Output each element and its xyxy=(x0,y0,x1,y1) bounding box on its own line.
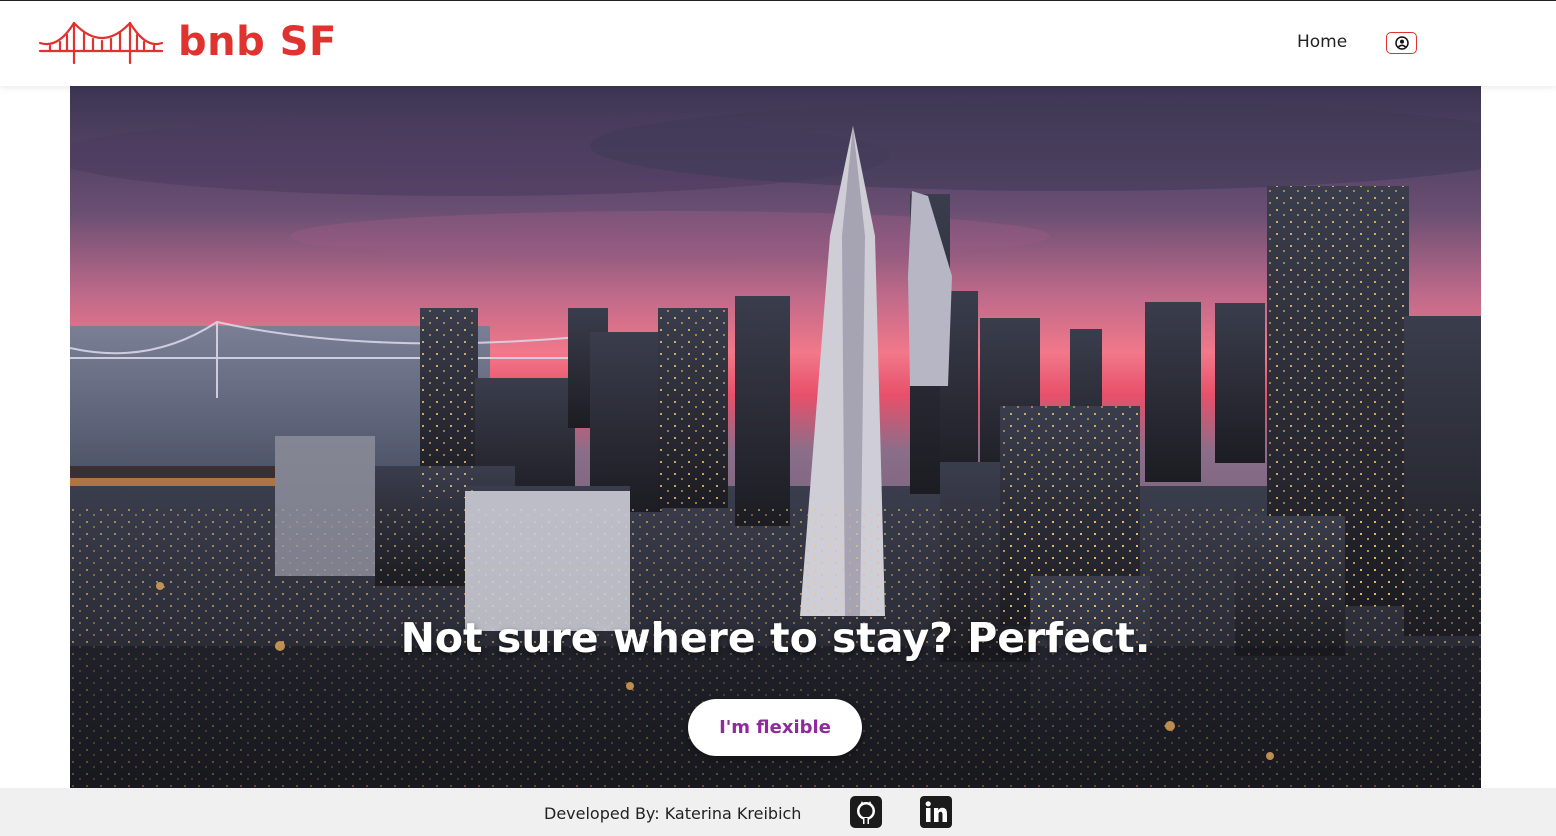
brand-name: bnb SF xyxy=(178,19,337,65)
developer-credit: Developed By: Katerina Kreibich xyxy=(544,804,802,823)
nav-home-link[interactable]: Home xyxy=(1297,32,1347,52)
im-flexible-button[interactable]: I'm flexible xyxy=(688,699,862,756)
linkedin-icon xyxy=(920,796,952,828)
profile-button[interactable] xyxy=(1386,32,1417,54)
brand-link[interactable]: bnb SF xyxy=(38,19,337,65)
site-header: bnb SF Home xyxy=(0,1,1556,86)
user-circle-icon xyxy=(1394,36,1409,50)
golden-gate-bridge-icon xyxy=(38,21,164,65)
hero-title: Not sure where to stay? Perfect. xyxy=(400,614,1151,662)
site-footer: Developed By: Katerina Kreibich xyxy=(0,788,1556,836)
san-francisco-skyline-image xyxy=(70,86,1481,788)
hero-section: Not sure where to stay? Perfect. I'm fle… xyxy=(70,86,1481,788)
linkedin-link[interactable] xyxy=(920,796,952,828)
github-link[interactable] xyxy=(850,796,882,828)
github-icon xyxy=(850,796,882,828)
